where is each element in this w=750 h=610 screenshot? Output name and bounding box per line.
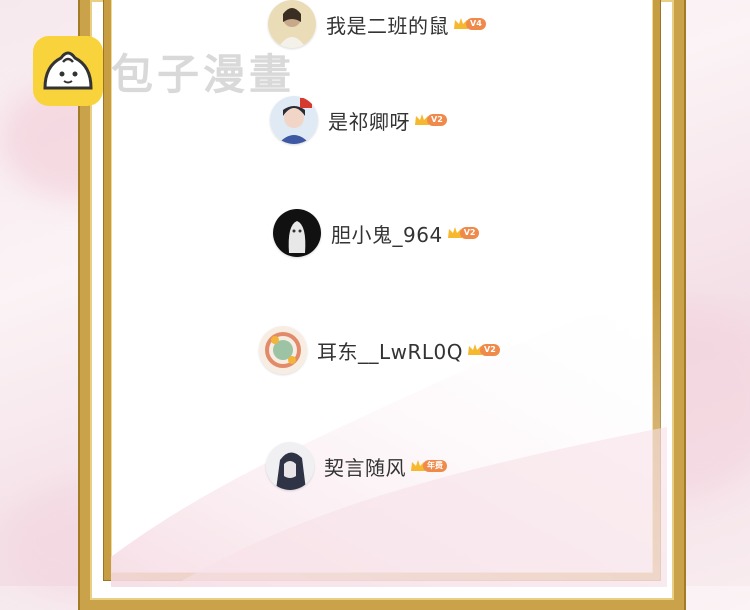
username: 我是二班的鼠 [326,13,449,38]
avatar-girl-icon[interactable] [268,0,316,48]
avatar-anime-icon[interactable] [266,442,314,490]
username: 是祁卿呀 [328,109,410,134]
list-item[interactable]: 我是二班的鼠 V4 [268,0,486,48]
username: 耳东__LwRL0Q [317,339,464,364]
username: 契言随风 [324,455,406,480]
vip-badge: V2 [467,343,500,357]
vip-badge: 年费 [410,459,447,473]
vip-badge: V2 [414,113,447,127]
vip-badge: V4 [453,17,486,31]
bun-logo-icon [33,36,103,106]
list-item[interactable]: 胆小鬼_964 V2 [273,209,480,257]
list-item[interactable]: 契言随风 年费 [266,442,447,490]
avatar-boy-icon[interactable] [270,96,318,144]
avatar-ghost-icon[interactable] [273,209,321,257]
watermark-text: 包子漫畫 [111,49,296,99]
list-item[interactable]: 是祁卿呀 V2 [270,96,447,144]
watermark: 包子漫畫 [33,36,295,106]
username: 胆小鬼_964 [331,222,443,247]
avatar-flower-icon[interactable] [259,326,307,374]
list-item[interactable]: 耳东__LwRL0Q V2 [259,326,500,374]
vip-badge: V2 [447,226,480,240]
